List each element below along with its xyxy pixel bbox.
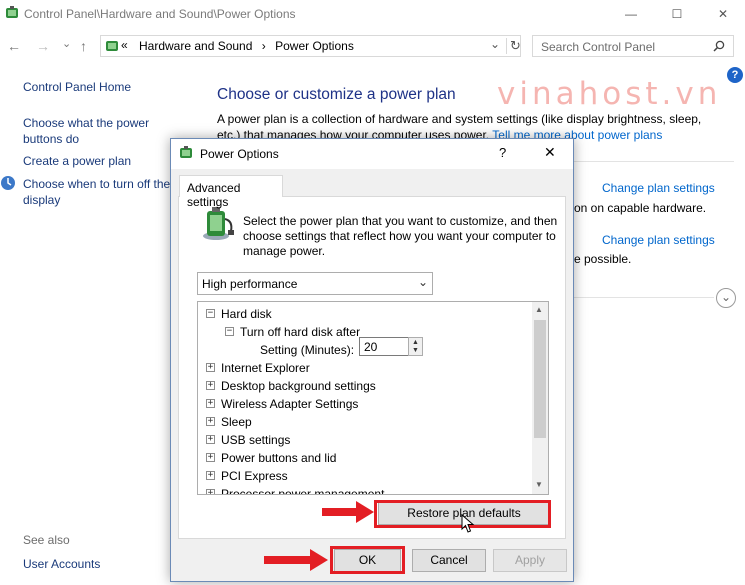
scrollbar-thumb[interactable] (534, 320, 546, 438)
ok-highlight-box (330, 546, 405, 574)
collapse-icon[interactable]: − (206, 309, 215, 318)
turn-off-display-link[interactable]: Choose when to turn off the display (23, 176, 173, 208)
red-arrow-icon (322, 501, 374, 523)
settings-tree[interactable]: − Hard disk − Turn off hard disk after S… (197, 301, 549, 495)
help-icon[interactable]: ? (727, 67, 743, 83)
up-arrow-icon: ↑ (80, 38, 87, 54)
overflow-icon[interactable]: « (121, 38, 128, 52)
see-also-label: See also (23, 533, 70, 547)
control-panel-icon (106, 41, 118, 51)
apply-button[interactable]: Apply (493, 549, 567, 572)
control-panel-home-link[interactable]: Control Panel Home (23, 79, 163, 95)
expand-icon[interactable]: + (206, 363, 215, 372)
breadcrumb-separator-icon[interactable]: › (262, 39, 266, 53)
search-placeholder: Search Control Panel (541, 40, 656, 54)
minimize-icon: — (625, 7, 637, 21)
dialog-title-bar: Power Options ? ✕ (171, 139, 573, 169)
up-button[interactable]: ↑ (80, 38, 87, 54)
choose-power-buttons-link[interactable]: Choose what the power buttons do (23, 115, 163, 147)
scroll-up-icon[interactable]: ▲ (535, 305, 543, 314)
title-bar: Control Panel\Hardware and Sound\Power O… (0, 0, 745, 30)
maximize-icon: ☐ (671, 7, 683, 21)
instruction-text: Select the power plan that you want to c… (243, 214, 558, 258)
address-dropdown-icon[interactable]: ⌄ (490, 37, 500, 51)
maximize-button[interactable]: ☐ (654, 0, 700, 28)
battery-power-icon (203, 207, 234, 240)
refresh-icon[interactable]: ↻ (506, 38, 521, 54)
minimize-button[interactable]: — (608, 0, 654, 28)
recent-locations-button[interactable]: ⌄ (62, 37, 71, 50)
expand-icon[interactable]: + (206, 471, 215, 480)
tab-advanced-settings[interactable]: Advanced settings (179, 175, 283, 209)
minutes-spinner[interactable]: ▲ ▼ (408, 337, 423, 356)
dialog-help-button[interactable]: ? (499, 145, 506, 160)
change-plan-settings-link-1[interactable]: Change plan settings (602, 181, 715, 195)
page-title: Choose or customize a power plan (217, 86, 456, 103)
scroll-down-icon[interactable]: ▼ (535, 480, 543, 489)
expand-icon[interactable]: + (206, 489, 215, 494)
expand-icon[interactable]: + (206, 381, 215, 390)
collapse-icon[interactable]: − (225, 327, 234, 336)
dialog-close-button[interactable]: ✕ (544, 144, 556, 161)
search-box[interactable]: Search Control Panel (532, 35, 734, 57)
power-options-icon (180, 146, 192, 158)
window-title: Control Panel\Hardware and Sound\Power O… (24, 7, 296, 21)
spin-down-icon[interactable]: ▼ (412, 347, 419, 354)
watermark-text: vinahost.vn (497, 76, 722, 112)
breadcrumb-power-options[interactable]: Power Options (275, 39, 354, 53)
close-button[interactable]: ✕ (700, 0, 745, 28)
selected-plan: High performance (202, 277, 298, 291)
spin-up-icon[interactable]: ▲ (412, 339, 419, 346)
chevron-down-icon: ⌄ (417, 275, 428, 289)
user-accounts-link[interactable]: User Accounts (23, 556, 100, 572)
search-icon[interactable] (713, 40, 725, 52)
expand-icon[interactable]: + (206, 453, 215, 462)
red-arrow-icon (264, 549, 328, 571)
advanced-settings-panel: Select the power plan that you want to c… (178, 196, 566, 539)
minutes-input[interactable]: 20 (359, 337, 409, 356)
address-bar[interactable]: « Hardware and Sound › Power Options ⌄ ↻ (100, 35, 521, 57)
expand-plans-button[interactable]: ⌄ (716, 288, 736, 308)
expand-icon[interactable]: + (206, 399, 215, 408)
create-power-plan-link[interactable]: Create a power plan (23, 153, 163, 169)
forward-button[interactable]: → (36, 38, 50, 54)
chevron-down-icon: ⌄ (720, 290, 732, 304)
section-divider-2 (574, 297, 714, 298)
section-divider (574, 161, 734, 162)
expand-icon[interactable]: + (206, 417, 215, 426)
back-button[interactable]: ← (7, 38, 21, 54)
cancel-button[interactable]: Cancel (412, 549, 486, 572)
close-icon: ✕ (717, 7, 729, 21)
power-options-icon (6, 6, 18, 18)
change-plan-settings-link-2[interactable]: Change plan settings (602, 233, 715, 247)
mouse-pointer-icon (461, 514, 475, 533)
breadcrumb-hardware-and-sound[interactable]: Hardware and Sound (139, 39, 252, 53)
dialog-title: Power Options (200, 147, 279, 161)
plan-description-2: e possible. (574, 252, 632, 266)
expand-icon[interactable]: + (206, 435, 215, 444)
tree-scrollbar[interactable]: ▲ ▼ (532, 302, 548, 494)
display-shield-icon (1, 176, 15, 190)
chevron-down-icon: ⌄ (62, 38, 72, 50)
forward-arrow-icon: → (36, 38, 50, 54)
back-arrow-icon: ← (7, 38, 21, 54)
watermark-logo: vinahost.vn (497, 76, 721, 112)
power-plan-select[interactable]: High performance ⌄ (197, 272, 433, 295)
plan-description-1: on on capable hardware. (574, 201, 707, 215)
